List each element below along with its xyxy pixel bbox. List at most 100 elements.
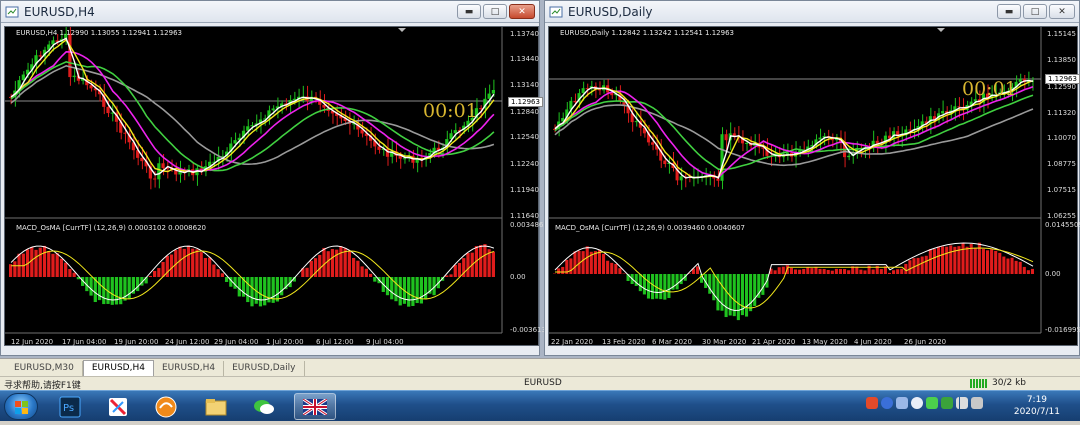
price-chart[interactable]: [549, 27, 1079, 347]
time-label: 17 Jun 04:00: [62, 338, 106, 346]
osma-bar: [1031, 269, 1034, 274]
maximize-button[interactable]: □: [1023, 4, 1047, 19]
osma-bar: [945, 247, 948, 274]
windows-logo-icon: [5, 394, 39, 421]
osma-bar: [961, 243, 964, 274]
candle-body: [582, 88, 585, 93]
osma-bar: [925, 256, 928, 274]
volume-icon[interactable]: [971, 397, 983, 409]
taskbar-app-explorer[interactable]: [198, 393, 234, 420]
tab-eurusd-m30[interactable]: EURUSD,M30: [6, 361, 83, 376]
osma-bar: [411, 277, 414, 306]
price-chart[interactable]: [5, 27, 540, 347]
osma-bar: [859, 270, 862, 274]
minimize-button[interactable]: ▬: [457, 4, 481, 19]
osma-bar: [561, 267, 564, 274]
time-label: 24 Jun 12:00: [165, 338, 209, 346]
tab-eurusd-h4-active[interactable]: EURUSD,H4: [83, 360, 154, 376]
osma-bar: [217, 269, 220, 277]
chart-window-h4[interactable]: EURUSD,H4 ▬ □ ✕ EURUSD,H4 1.12990 1.1305…: [0, 0, 540, 356]
osma-bar: [949, 245, 952, 274]
osma-bar: [806, 267, 809, 274]
wechat-tray-icon[interactable]: [926, 397, 938, 409]
osma-bar: [941, 247, 944, 274]
candle-body: [293, 99, 296, 100]
osma-bar: [200, 252, 203, 277]
taskbar-app-wechat[interactable]: [246, 393, 282, 420]
chart-plot-area[interactable]: EURUSD,H4 1.12990 1.13055 1.12941 1.1296…: [4, 26, 539, 346]
osma-bar: [823, 269, 826, 274]
candle-body: [157, 163, 160, 179]
osma-bar: [880, 269, 883, 274]
indicator-label: -0.003613: [510, 326, 546, 334]
candle-body: [479, 108, 482, 109]
osma-bar: [892, 270, 895, 274]
osma-bar: [89, 277, 92, 296]
close-button[interactable]: ✕: [509, 4, 535, 19]
candle-body: [716, 178, 719, 180]
time-label: 30 Mar 2020: [702, 338, 746, 346]
price-label: 1.08775: [1047, 160, 1076, 168]
chart-window-icon: [549, 5, 563, 19]
osma-bar: [208, 258, 211, 277]
help-icon[interactable]: [881, 397, 893, 409]
system-clock[interactable]: 7:19 2020/7/11: [1014, 394, 1060, 418]
indicator-label: 0.00: [1045, 270, 1061, 278]
start-button[interactable]: [4, 393, 38, 420]
shield-icon[interactable]: [941, 397, 953, 409]
sogou-icon[interactable]: [866, 397, 878, 409]
tab-eurusd-daily[interactable]: EURUSD,Daily: [224, 361, 304, 376]
time-label: 22 Jan 2020: [551, 338, 593, 346]
osma-bar: [30, 247, 33, 277]
osma-bar: [606, 261, 609, 274]
osma-bar: [933, 249, 936, 274]
osma-bar: [39, 248, 42, 277]
photoshop-icon: Ps: [59, 396, 81, 418]
chart-window-daily[interactable]: EURUSD,Daily ▬ □ ✕ EURUSD,Daily 1.12842 …: [544, 0, 1080, 356]
uk-flag-icon: [303, 399, 327, 415]
candle-body: [798, 151, 801, 152]
osma-bar: [344, 248, 347, 277]
minimize-button[interactable]: ▬: [997, 4, 1021, 19]
osma-bar: [974, 248, 977, 274]
taskbar-app-terminal[interactable]: [294, 393, 336, 420]
maximize-button[interactable]: □: [483, 4, 507, 19]
taskbar-app-orange[interactable]: [148, 393, 184, 420]
bar-countdown: 00:01: [423, 100, 478, 122]
indicator-label: 0.00: [510, 273, 526, 281]
taskbar-app-photoshop[interactable]: Ps: [52, 393, 88, 420]
candle-body: [250, 125, 253, 126]
time-label: 13 May 2020: [802, 338, 848, 346]
osma-bar: [798, 270, 801, 274]
osma-bar: [635, 274, 638, 286]
close-button[interactable]: ✕: [1049, 4, 1075, 19]
osma-bar: [761, 274, 764, 295]
candle-body: [1019, 79, 1022, 82]
network-icon[interactable]: [956, 397, 968, 409]
osma-bar: [445, 275, 448, 277]
osma-bar: [386, 277, 389, 295]
osma-bar: [115, 277, 118, 304]
chart-plot-area[interactable]: EURUSD,Daily 1.12842 1.13242 1.12541 1.1…: [548, 26, 1078, 346]
osma-bar: [399, 277, 402, 305]
osma-bar: [305, 268, 308, 277]
window-titlebar[interactable]: EURUSD,Daily ▬ □ ✕: [545, 1, 1079, 23]
bluetooth-icon[interactable]: [896, 397, 908, 409]
price-label: 1.12840: [510, 108, 539, 116]
candle-body: [39, 55, 42, 56]
system-tray: [866, 397, 983, 409]
tab-eurusd-h4[interactable]: EURUSD,H4: [154, 361, 224, 376]
osma-bar: [250, 277, 253, 306]
osma-bar: [111, 277, 114, 305]
price-label: 1.10070: [1047, 134, 1076, 142]
osma-bar: [356, 261, 359, 277]
price-label: 1.11320: [1047, 109, 1076, 117]
osma-bar: [794, 269, 797, 274]
osma-bar: [373, 277, 376, 282]
taskbar-app-paint[interactable]: [100, 393, 136, 420]
cloud-icon[interactable]: [911, 397, 923, 409]
clock-date: 2020/7/11: [1014, 406, 1060, 418]
window-titlebar[interactable]: EURUSD,H4 ▬ □ ✕: [1, 1, 539, 23]
price-label: 1.11940: [510, 186, 539, 194]
osma-bar: [790, 268, 793, 274]
